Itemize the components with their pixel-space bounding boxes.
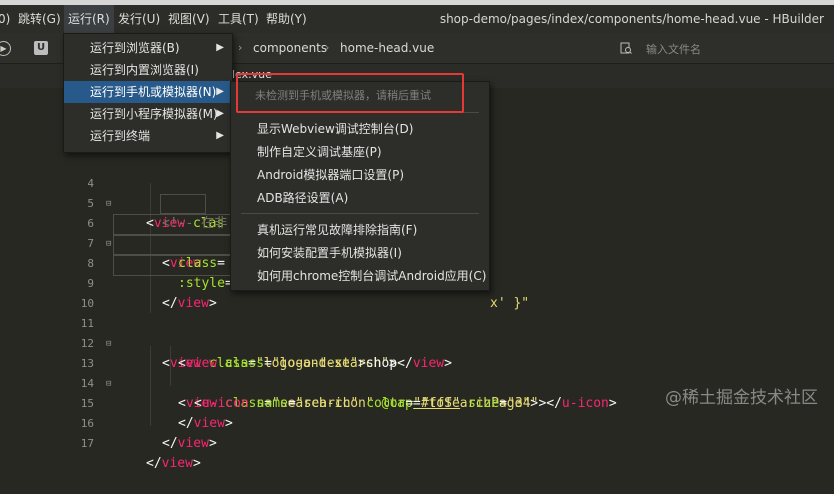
window-title: shop-demo/pages/index/components/home-he…	[439, 12, 824, 26]
menu-view[interactable]: 视图(V)	[164, 5, 214, 33]
run-circle-icon[interactable]: ▶	[0, 41, 11, 56]
menu-help[interactable]: 帮助(Y)	[262, 5, 311, 33]
file-search-input[interactable]	[644, 39, 798, 59]
menu-run[interactable]: 运行(R)	[64, 5, 114, 33]
run-to-terminal[interactable]: 运行到终端 ▶	[64, 125, 232, 147]
code-line: 14 <u-icon name="search" color="#fff" si…	[0, 354, 834, 411]
breadcrumb-components[interactable]: components	[253, 33, 327, 63]
menu-tools[interactable]: 工具(T)	[214, 5, 263, 33]
chrome-debug-android-guide[interactable]: 如何用chrome控制台调试Android应用(C)	[231, 265, 489, 287]
code-line: 17 </view>	[0, 414, 834, 471]
make-custom-debug-base[interactable]: 制作自定义调试基座(P)	[231, 141, 489, 163]
run-to-device-or-emulator[interactable]: 运行到手机或模拟器(N) ▶	[64, 81, 232, 103]
menu-item-label: 运行到终端	[90, 129, 151, 143]
troubleshooting-guide[interactable]: 真机运行常见故障排除指南(F)	[231, 219, 489, 241]
menu-item-label: 运行到浏览器(B)	[90, 41, 180, 55]
menu-item-partial[interactable]: 0)	[0, 5, 14, 33]
menu-item-label: 运行到小程序模拟器(M)	[90, 107, 218, 121]
code-line: 11 ⊟ <view class="logo-and-search">	[0, 294, 834, 371]
run-to-miniprogram[interactable]: 运行到小程序模拟器(M) ▶	[64, 103, 232, 125]
run-to-builtin-browser[interactable]: 运行到内置浏览器(I)	[64, 59, 232, 81]
chevron-right-icon: ▶	[216, 42, 224, 53]
run-menu: 运行到浏览器(B) ▶ 运行到内置浏览器(I) 运行到手机或模拟器(N) ▶ 运…	[63, 33, 233, 153]
breadcrumb-file[interactable]: home-head.vue	[340, 33, 434, 63]
menu-item-label: 运行到内置浏览器(I)	[90, 63, 199, 77]
menu-separator	[241, 213, 479, 214]
menu-goto[interactable]: 跳转(G)	[14, 5, 65, 33]
selection-box	[113, 234, 235, 256]
chevron-right-icon: ▶	[216, 86, 224, 97]
selection-box	[113, 214, 235, 236]
line-number: 17	[80, 437, 94, 450]
chevron-right-icon: ▶	[216, 130, 224, 141]
watermark: @稀土掘金技术社区	[665, 388, 818, 408]
chevron-right-icon: ▶	[216, 108, 224, 119]
chevron-right-icon: ›	[325, 41, 330, 54]
android-emulator-port-settings[interactable]: Android模拟器端口设置(P)	[231, 164, 489, 186]
code-line: 13 ⊟ <view class="search-icon" @tap="toS…	[0, 334, 834, 411]
menu-item-label: 运行到手机或模拟器(N)	[90, 85, 217, 99]
file-search-icon	[620, 42, 632, 54]
menu-publish[interactable]: 发行(U)	[114, 5, 164, 33]
uni-app-icon[interactable]: U	[34, 41, 48, 55]
install-emulator-guide[interactable]: 如何安装配置手机模拟器(I)	[231, 242, 489, 264]
adb-path-settings[interactable]: ADB路径设置(A)	[231, 187, 489, 209]
show-webview-console[interactable]: 显示Webview调试控制台(D)	[231, 118, 489, 140]
selection-box	[113, 254, 235, 276]
code-line: 12 <view class="logo-text">shop</view>	[0, 314, 834, 371]
run-to-browser[interactable]: 运行到浏览器(B) ▶	[64, 37, 232, 59]
annotation-highlight-box	[236, 73, 464, 113]
bracket-match-box	[160, 194, 206, 214]
chevron-right-icon: ›	[238, 41, 243, 54]
